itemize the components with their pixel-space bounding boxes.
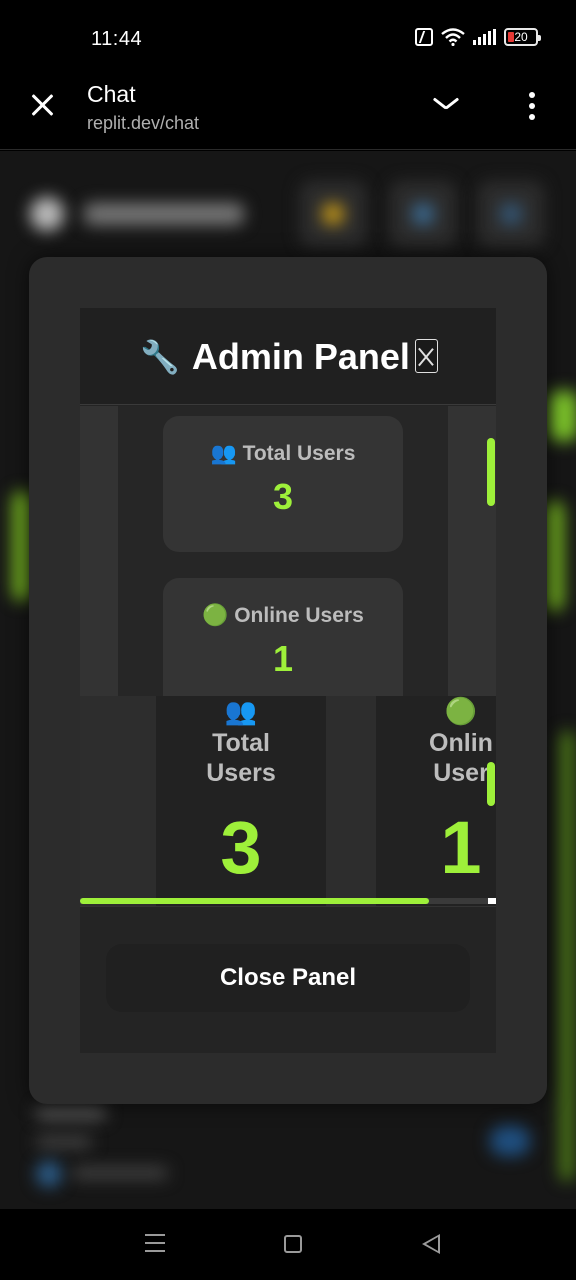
stat-value: 1 xyxy=(272,638,294,679)
vertical-scrollbar-thumb[interactable] xyxy=(487,438,495,506)
wifi-icon xyxy=(441,28,465,46)
close-icon[interactable] xyxy=(28,90,58,120)
stat-label: 🟢 Online Users xyxy=(202,604,364,627)
stat-card-online-users: 🟢 Online Users 1 xyxy=(163,578,403,696)
status-bar: 11:44 20 xyxy=(0,0,576,72)
blurred-avatar xyxy=(36,1161,62,1187)
scrollbar-corner xyxy=(488,898,496,904)
zoomed-card-online-users: 🟢 Onlin User 1 xyxy=(376,696,496,906)
stats-scroll-area[interactable]: 👥 Total Users 3 🟢 Online Users 1 xyxy=(80,406,496,696)
zoomed-label: User xyxy=(433,759,489,787)
zoomed-value: 3 xyxy=(220,806,262,889)
stat-label: 👥 Total Users xyxy=(210,442,356,465)
close-panel-button[interactable]: Close Panel xyxy=(106,944,470,1012)
column-strip xyxy=(428,406,448,696)
battery-level: 20 xyxy=(514,30,528,44)
page-title: Chat xyxy=(87,81,136,107)
blurred-green-bar xyxy=(548,391,576,441)
nfc-icon xyxy=(415,28,433,46)
horizontal-scrollbar-thumb[interactable] xyxy=(80,898,429,904)
panel-title: 🔧 Admin Panel xyxy=(140,336,410,378)
zoomed-card-total-users: 👥 Total Users 3 xyxy=(156,696,326,906)
blurred-brand-text xyxy=(84,203,244,225)
admin-panel: 🔧 Admin Panel 👥 Total Users 3 🟢 Online U… xyxy=(80,308,496,1053)
blurred-send-button xyxy=(490,1126,530,1156)
blurred-text xyxy=(36,1136,92,1148)
vertical-scrollbar-thumb[interactable] xyxy=(487,762,495,806)
zoomed-label: Onlin xyxy=(429,729,493,757)
column-strip xyxy=(118,406,138,696)
page-url: replit.dev/chat xyxy=(87,113,200,133)
status-icons: 20 xyxy=(415,28,541,46)
users-icon: 👥 xyxy=(224,696,258,726)
blurred-green-bar xyxy=(560,731,574,1181)
stat-value: 3 xyxy=(272,476,294,517)
panel-header: 🔧 Admin Panel xyxy=(80,308,496,405)
more-options-icon[interactable] xyxy=(528,92,536,120)
battery-icon: 20 xyxy=(504,28,541,46)
home-icon[interactable] xyxy=(284,1235,302,1253)
blurred-text xyxy=(36,1106,106,1120)
chevron-down-icon[interactable] xyxy=(432,94,460,114)
signal-icon xyxy=(473,29,496,45)
column-strip xyxy=(326,696,376,906)
zoomed-stats-area[interactable]: 👥 Total Users 3 🟢 Onlin User 1 xyxy=(80,696,496,906)
back-icon[interactable] xyxy=(422,1234,440,1254)
panel-footer: Close Panel xyxy=(80,906,496,1053)
horizontal-scrollbar[interactable] xyxy=(80,898,496,904)
browser-header: Chat replit.dev/chat xyxy=(0,72,576,150)
column-strip xyxy=(80,406,118,696)
zoomed-label: Users xyxy=(206,759,276,787)
column-strip xyxy=(80,696,156,906)
panel-title-text: Admin Panel xyxy=(191,336,410,377)
blurred-button-dot xyxy=(322,203,344,225)
recent-apps-icon[interactable] xyxy=(145,1234,165,1252)
zoomed-label: Total xyxy=(212,729,270,757)
status-time: 11:44 xyxy=(91,28,143,50)
stat-card-total-users: 👥 Total Users 3 xyxy=(163,416,403,552)
blurred-logo xyxy=(30,197,64,231)
system-nav-bar xyxy=(0,1209,576,1280)
panel-close-button[interactable] xyxy=(415,339,438,373)
blurred-button-dot xyxy=(412,203,434,225)
users-icon: 👥 xyxy=(210,442,237,465)
blurred-green-bar xyxy=(544,501,564,611)
blurred-text xyxy=(72,1167,168,1179)
blurred-button-dot xyxy=(500,203,522,225)
zoomed-value: 1 xyxy=(440,806,482,889)
online-status-icon: 🟢 xyxy=(444,696,478,726)
online-status-icon: 🟢 xyxy=(202,604,229,627)
wrench-icon: 🔧 xyxy=(140,339,180,375)
